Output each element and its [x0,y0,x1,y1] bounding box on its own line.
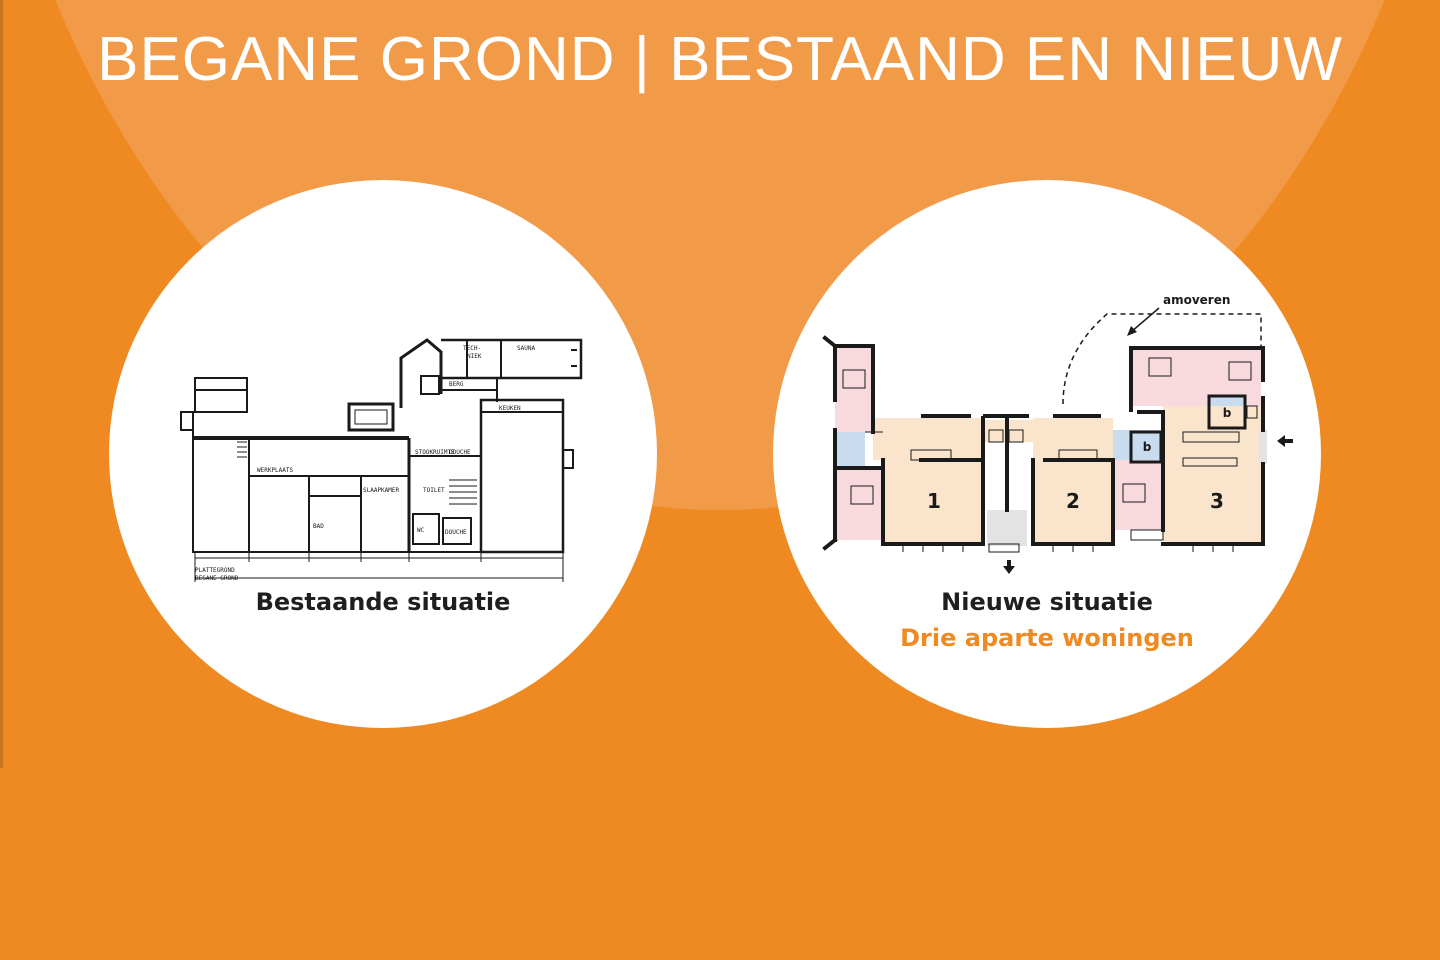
unit3-bathroom-small [1113,430,1161,460]
plan-label-werkplaats: WERKPLAATS [257,467,294,474]
entrance-hall [987,510,1027,546]
page-title: BEGANE GROND | BESTAAND EN NIEUW [97,25,1343,94]
new-caption: Nieuwe situatie [941,588,1153,616]
plan-label-wc: WC [417,527,425,534]
plan-label-douche-2: DOUCHE [445,529,467,536]
entrance-arrow-right [1277,435,1293,447]
new-subcaption: Drie aparte woningen [900,624,1194,652]
entrance-arrow-bottom [1003,560,1015,574]
bath-label-small: b [1143,440,1152,454]
bath-label-unit3: b [1223,406,1232,420]
amoveren-arrow [1130,307,1160,333]
unit1-bedroom-top [835,346,873,432]
existing-floor-plan-sketch: TECH- NIEK SAUNA BERG KEUKEN STOOKRUIMTE… [180,338,583,582]
existing-situation-panel: TECH- NIEK SAUNA BERG KEUKEN STOOKRUIMTE… [109,180,657,728]
left-edge-line [0,0,3,768]
unit3-bedroom-lower [1115,460,1163,530]
plan-label-niek: NIEK [467,353,482,360]
plan-label-plattegrond: PLATTEGROND [195,567,235,574]
plan-label-bad: BAD [313,523,324,530]
new-situation-panel: amoveren 1 2 3 b b Nieuwe situatie Drie … [773,180,1321,728]
plan-label-slaapkamer: SLAAPKAMER [363,487,400,494]
unit-number-1: 1 [927,489,941,513]
plan-label-berg: BERG [449,381,464,388]
plan-label-sauna: SAUNA [517,345,535,352]
existing-caption: Bestaande situatie [255,588,511,616]
plan-label-tech: TECH- [463,345,481,352]
unit1-bathroom [835,432,865,468]
plan-label-toilet: TOILET [423,487,445,494]
plan-label-begane-grond: BEGANE GROND [195,575,239,582]
unit-number-2: 2 [1066,489,1080,513]
unit-number-3: 3 [1210,489,1224,513]
plan-label-keuken: KEUKEN [499,405,521,412]
amoveren-label: amoveren [1163,293,1230,307]
plan-label-douche: DOUCHE [449,449,471,456]
plan-block-top-left [194,377,248,413]
